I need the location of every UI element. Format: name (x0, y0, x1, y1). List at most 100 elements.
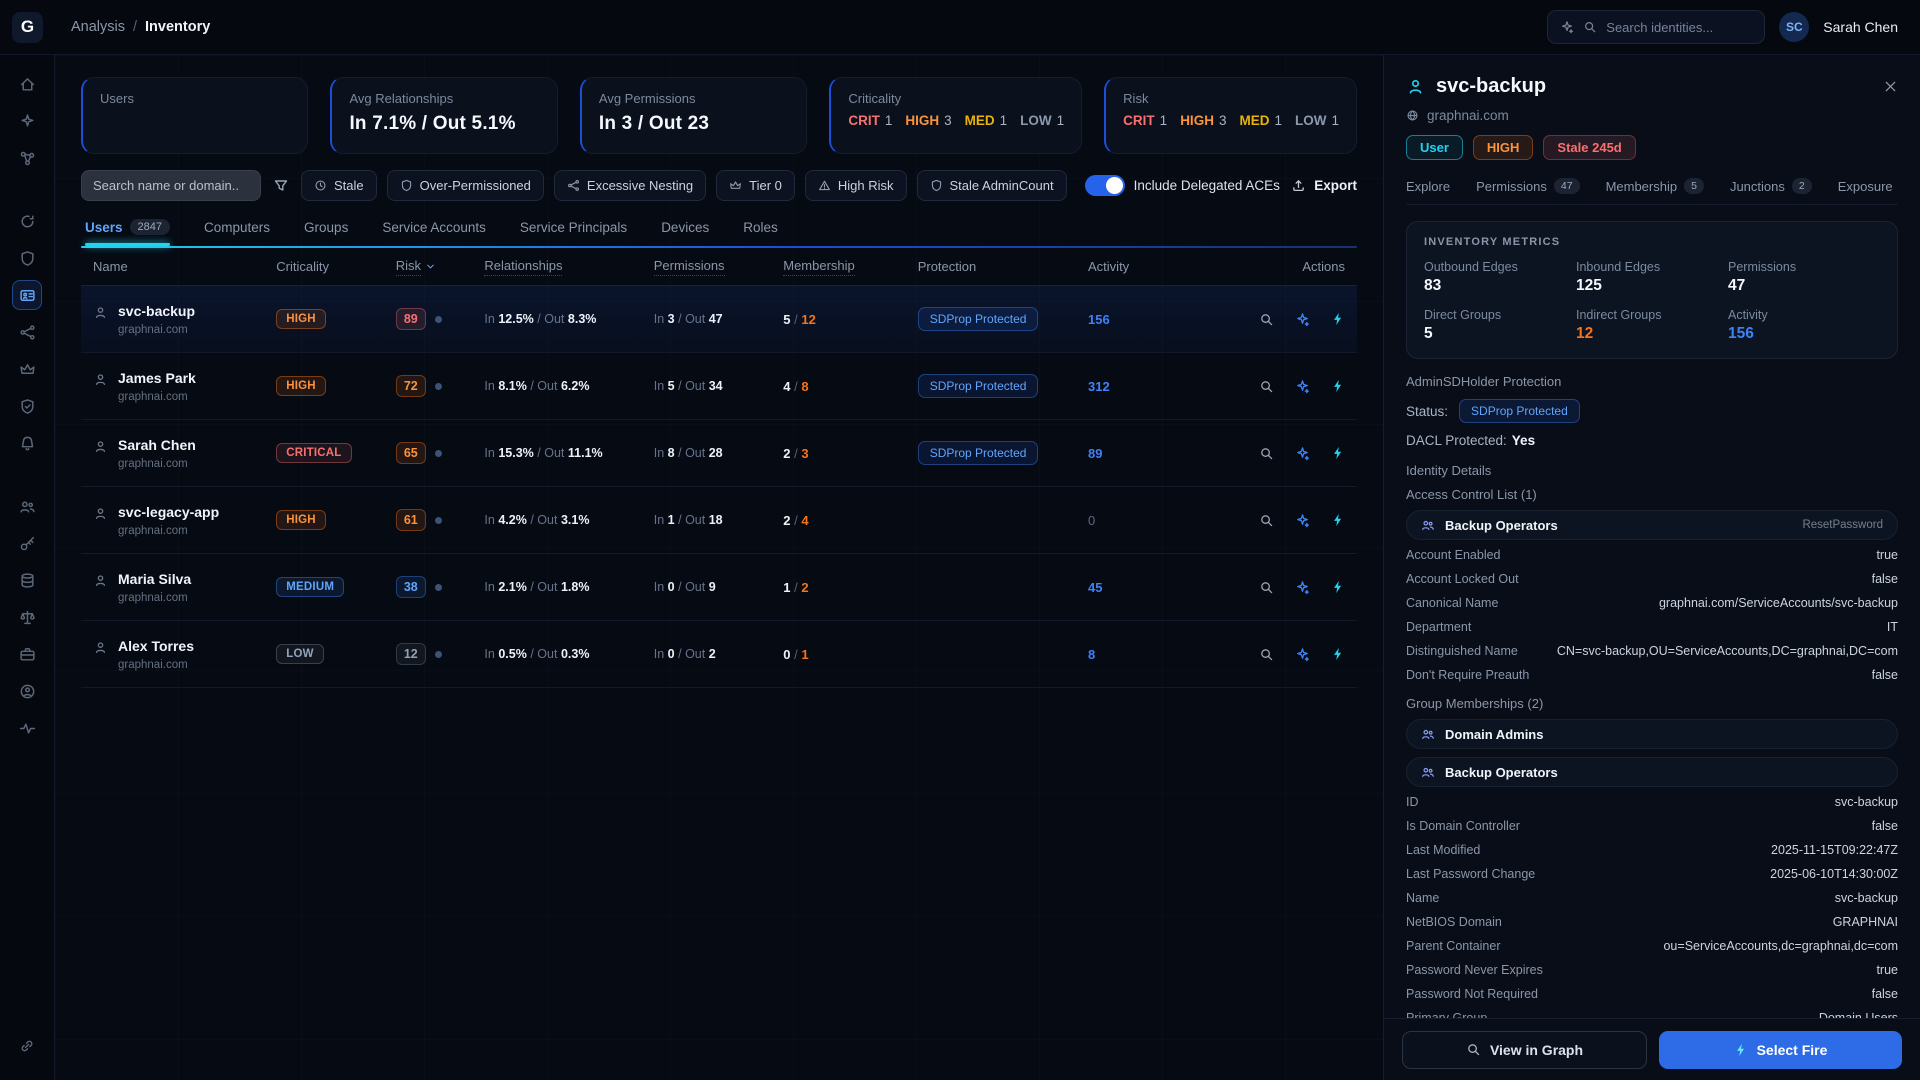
tab-groups[interactable]: Groups (304, 219, 348, 246)
col-membership[interactable]: Membership (783, 258, 917, 276)
activity-link[interactable]: 0 (1088, 513, 1227, 528)
panel-tab-exposure[interactable]: Exposure1 (1838, 178, 1898, 194)
activity-link[interactable]: 312 (1088, 379, 1227, 394)
col-protection[interactable]: Protection (918, 259, 1088, 274)
col-relationships[interactable]: Relationships (484, 258, 653, 276)
tab-computers[interactable]: Computers (204, 219, 270, 246)
table-row[interactable]: James Park graphnai.com HIGH 72 In 8.1% … (81, 353, 1357, 420)
col-criticality[interactable]: Criticality (276, 259, 396, 274)
crown-icon[interactable] (12, 354, 42, 384)
col-name[interactable]: Name (93, 259, 276, 274)
table-search-input[interactable] (81, 170, 261, 201)
col-activity[interactable]: Activity (1088, 259, 1227, 274)
filter-chip-high-risk[interactable]: High Risk (805, 170, 907, 201)
filter-chip-tier-0[interactable]: Tier 0 (716, 170, 795, 201)
filter-chip-stale-admincount[interactable]: Stale AdminCount (917, 170, 1067, 201)
link-icon[interactable] (12, 1031, 42, 1061)
table-row[interactable]: svc-backup graphnai.com HIGH 89 In 12.5%… (81, 286, 1357, 353)
graph-icon[interactable] (12, 143, 42, 173)
main-content: Users Avg Relationships In 7.1% / Out 5.… (55, 55, 1383, 1080)
activity-link[interactable]: 8 (1088, 647, 1227, 662)
table-row[interactable]: svc-legacy-app graphnai.com HIGH 61 In 4… (81, 487, 1357, 554)
bolt-icon[interactable] (1331, 580, 1345, 594)
home-icon[interactable] (12, 69, 42, 99)
table-row[interactable]: Maria Silva graphnai.com MEDIUM 38 In 2.… (81, 554, 1357, 621)
col-permissions[interactable]: Permissions (654, 258, 783, 276)
shield-check-icon[interactable] (12, 391, 42, 421)
graph-view-icon[interactable] (1295, 647, 1310, 662)
bolt-icon[interactable] (1331, 379, 1345, 393)
avatar[interactable]: SC (1779, 12, 1809, 42)
key-icon[interactable] (12, 528, 42, 558)
filter-chip-over-permissioned[interactable]: Over-Permissioned (387, 170, 544, 201)
graph-view-icon[interactable] (1295, 446, 1310, 461)
row-name[interactable]: Maria Silva (118, 571, 191, 587)
col-risk[interactable]: Risk (396, 258, 485, 276)
close-icon[interactable] (1883, 79, 1898, 94)
view-in-graph-button[interactable]: View in Graph (1402, 1031, 1647, 1069)
panel-tab-permissions[interactable]: Permissions47 (1476, 178, 1579, 194)
briefcase-icon[interactable] (12, 639, 42, 669)
bolt-icon[interactable] (1331, 446, 1345, 460)
funnel-icon[interactable] (273, 178, 289, 194)
filter-chip-excessive-nesting[interactable]: Excessive Nesting (554, 170, 706, 201)
activity-icon[interactable] (12, 713, 42, 743)
identity-card-icon[interactable] (12, 280, 42, 310)
graph-view-icon[interactable] (1295, 312, 1310, 327)
tab-devices[interactable]: Devices (661, 219, 709, 246)
activity-link[interactable]: 89 (1088, 446, 1227, 461)
inspect-icon[interactable] (1259, 513, 1274, 528)
detail-row: Distinguished NameCN=svc-backup,OU=Servi… (1406, 644, 1898, 668)
shield-icon[interactable] (12, 243, 42, 273)
inspect-icon[interactable] (1259, 446, 1274, 461)
sparkles-icon[interactable] (12, 106, 42, 136)
panel-tab-membership[interactable]: Membership5 (1606, 178, 1704, 194)
row-name[interactable]: svc-backup (118, 303, 195, 319)
export-button[interactable]: Export (1291, 178, 1357, 193)
breadcrumb-section[interactable]: Analysis (71, 19, 125, 35)
graph-view-icon[interactable] (1295, 513, 1310, 528)
group-membership[interactable]: Backup Operators (1406, 757, 1898, 787)
select-fire-button[interactable]: Select Fire (1659, 1031, 1902, 1069)
tab-service-principals[interactable]: Service Principals (520, 219, 627, 246)
row-name[interactable]: Alex Torres (118, 638, 194, 654)
global-search-input[interactable] (1606, 20, 1736, 35)
inspect-icon[interactable] (1259, 647, 1274, 662)
inspect-icon[interactable] (1259, 312, 1274, 327)
bolt-icon[interactable] (1331, 312, 1345, 326)
bolt-icon[interactable] (1331, 647, 1345, 661)
inspect-icon[interactable] (1259, 580, 1274, 595)
account-icon[interactable] (12, 676, 42, 706)
users-icon[interactable] (12, 491, 42, 521)
inspect-icon[interactable] (1259, 379, 1274, 394)
stat-card-criticality: Criticality CRIT1 HIGH3 MED1 LOW1 (829, 77, 1082, 154)
row-name[interactable]: James Park (118, 370, 196, 386)
global-search[interactable] (1547, 10, 1765, 44)
row-name[interactable]: svc-legacy-app (118, 504, 219, 520)
group-membership[interactable]: Domain Admins (1406, 719, 1898, 749)
row-name[interactable]: Sarah Chen (118, 437, 196, 453)
alarm-icon[interactable] (12, 428, 42, 458)
tab-roles[interactable]: Roles (743, 219, 778, 246)
tab-users[interactable]: Users2847 (85, 219, 170, 246)
stat-value: In 7.1% / Out 5.1% (349, 113, 539, 135)
activity-link[interactable]: 45 (1088, 580, 1227, 595)
connections-icon[interactable] (12, 317, 42, 347)
graph-view-icon[interactable] (1295, 580, 1310, 595)
panel-tab-junctions[interactable]: Junctions2 (1730, 178, 1812, 194)
database-icon[interactable] (12, 565, 42, 595)
acl-entry[interactable]: Backup Operators ResetPassword (1406, 510, 1898, 540)
history-icon[interactable] (12, 206, 42, 236)
filter-chip-stale[interactable]: Stale (301, 170, 377, 201)
activity-link[interactable]: 156 (1088, 312, 1227, 327)
app-logo[interactable]: G (12, 12, 43, 43)
table-row[interactable]: Alex Torres graphnai.com LOW 12 In 0.5% … (81, 621, 1357, 688)
panel-tab-explore[interactable]: Explore (1406, 178, 1450, 194)
tab-service-accounts[interactable]: Service Accounts (382, 219, 486, 246)
delegated-aces-toggle[interactable] (1085, 175, 1125, 196)
bolt-icon[interactable] (1331, 513, 1345, 527)
graph-view-icon[interactable] (1295, 379, 1310, 394)
table-row[interactable]: Sarah Chen graphnai.com CRITICAL 65 In 1… (81, 420, 1357, 487)
permissions-cell: In 8 / Out 28 (654, 446, 783, 460)
scale-icon[interactable] (12, 602, 42, 632)
